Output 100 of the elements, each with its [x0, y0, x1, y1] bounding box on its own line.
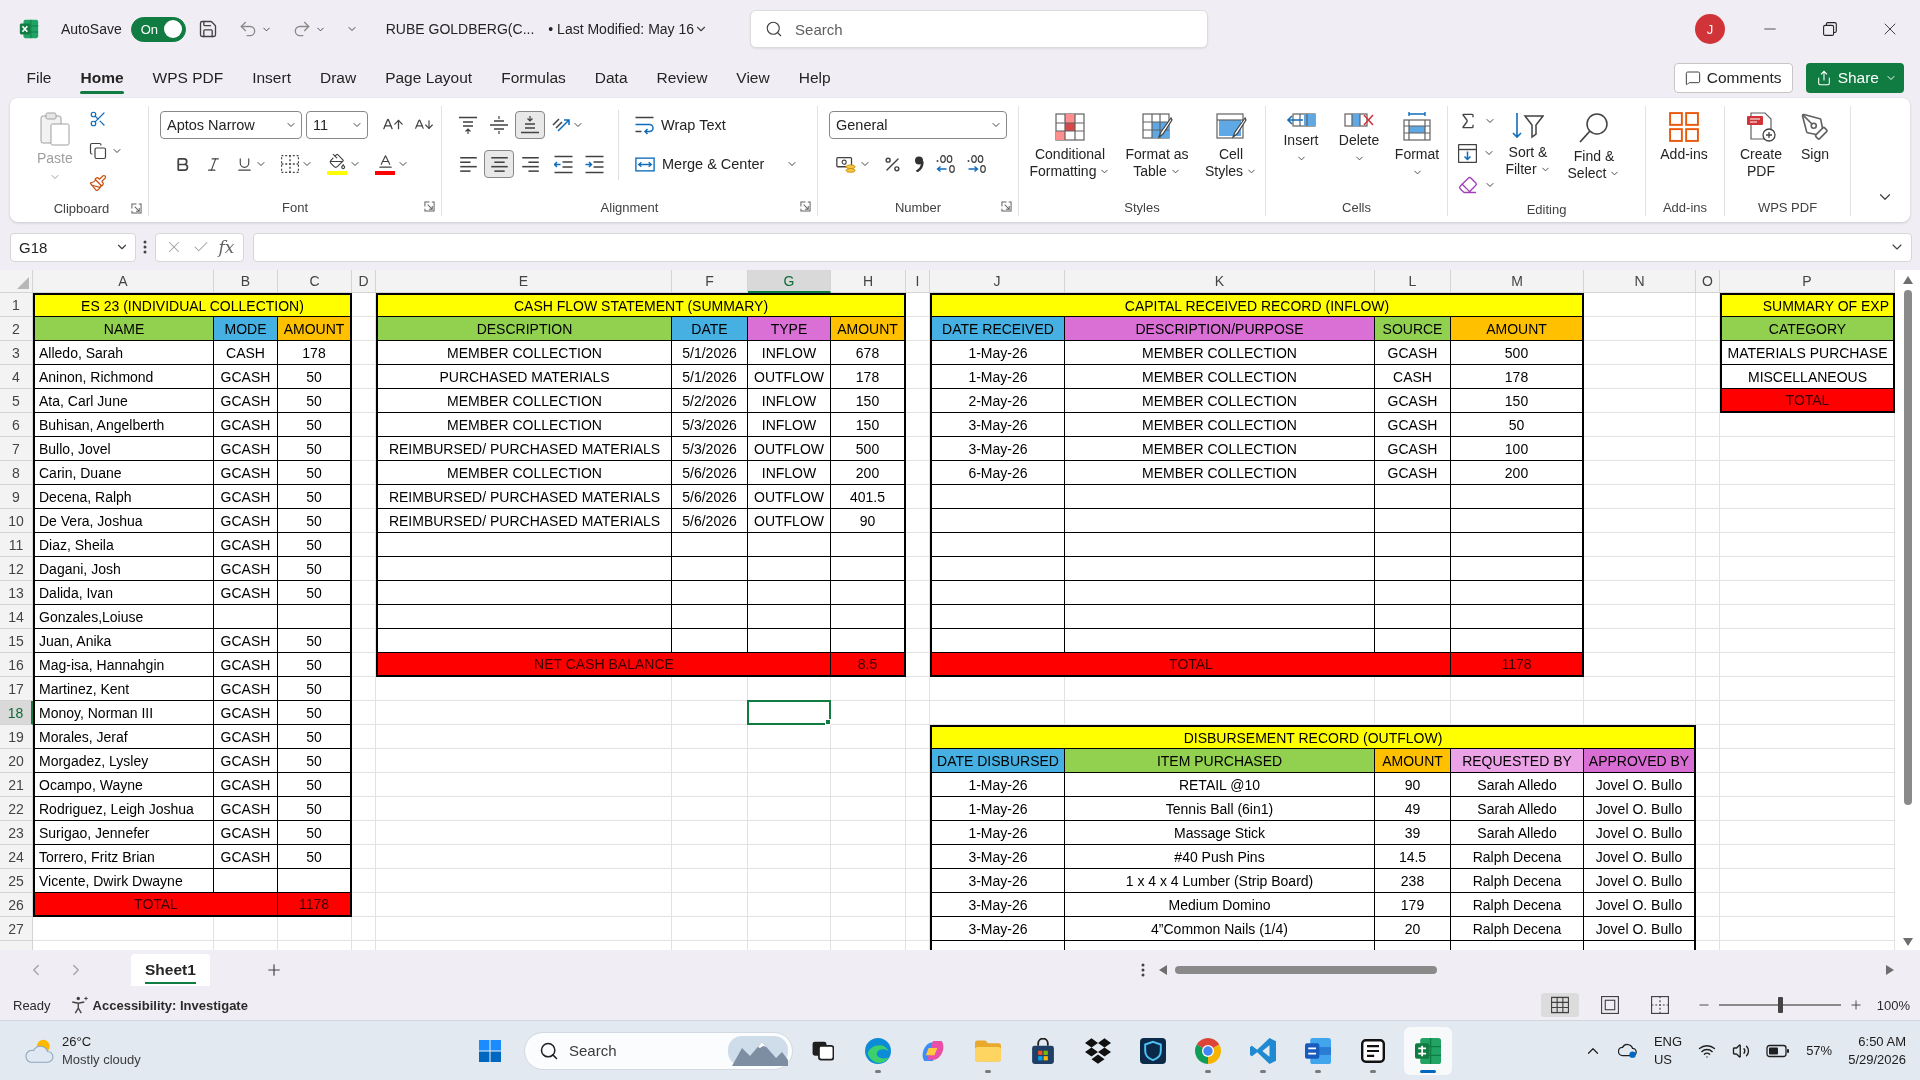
- row-header[interactable]: 27: [0, 917, 33, 941]
- row-header[interactable]: 15: [0, 629, 33, 653]
- sign-button[interactable]: Sign: [1791, 110, 1839, 163]
- column-header[interactable]: I: [906, 270, 930, 293]
- formula-input-field[interactable]: [253, 232, 1912, 262]
- decrease-indent-icon[interactable]: [554, 154, 573, 174]
- dialog-launcher-icon[interactable]: [1001, 201, 1012, 212]
- underline-icon[interactable]: [236, 155, 253, 173]
- fill-color-icon[interactable]: [327, 153, 347, 175]
- row-header[interactable]: 3: [0, 341, 33, 365]
- format-as-table-button[interactable]: Format as Table: [1115, 110, 1199, 181]
- row-header[interactable]: 12: [0, 557, 33, 581]
- column-header[interactable]: P: [1720, 270, 1895, 293]
- cell-styles-button[interactable]: Cell Styles: [1199, 110, 1263, 181]
- column-header[interactable]: G: [748, 270, 831, 293]
- conditional-formatting-button[interactable]: Conditional Formatting: [1025, 110, 1115, 181]
- number-format-field[interactable]: General: [829, 111, 1007, 139]
- menu-tab[interactable]: Home: [66, 58, 139, 98]
- zoom-slider-thumb[interactable]: [1777, 997, 1783, 1013]
- font-color-icon[interactable]: [375, 153, 395, 175]
- battery-percentage[interactable]: 57%: [1806, 1043, 1833, 1058]
- row-header[interactable]: 14: [0, 605, 33, 629]
- column-header[interactable]: D: [352, 270, 376, 293]
- taskbar-search-field[interactable]: Search: [524, 1031, 793, 1070]
- row-header[interactable]: 9: [0, 485, 33, 509]
- dialog-launcher-icon[interactable]: [131, 203, 142, 214]
- fill-handle[interactable]: [825, 719, 831, 725]
- column-header[interactable]: L: [1375, 270, 1451, 293]
- decrease-decimal-icon[interactable]: [967, 155, 986, 173]
- comments-button[interactable]: Comments: [1673, 63, 1793, 93]
- increase-decimal-icon[interactable]: [936, 155, 955, 173]
- bold-icon[interactable]: [174, 155, 191, 173]
- orientation-icon[interactable]: [552, 116, 570, 134]
- row-header[interactable]: 21: [0, 773, 33, 797]
- scroll-down-icon[interactable]: [1902, 938, 1913, 946]
- language-indicator[interactable]: ENG: [1653, 1034, 1683, 1049]
- font-size-field[interactable]: 11: [306, 111, 368, 139]
- font-name-field[interactable]: Aptos Narrow: [160, 111, 302, 139]
- increase-indent-icon[interactable]: [585, 154, 604, 174]
- weather-temperature[interactable]: 26°C: [62, 1034, 92, 1049]
- sort-filter-button[interactable]: Sort & Filter: [1496, 110, 1560, 179]
- row-header[interactable]: 6: [0, 413, 33, 437]
- scroll-right-icon[interactable]: [1886, 965, 1894, 975]
- row-header[interactable]: 16: [0, 653, 33, 677]
- restore-icon[interactable]: [1823, 22, 1837, 36]
- menu-tab[interactable]: Help: [784, 58, 846, 98]
- scissors-icon[interactable]: [88, 110, 107, 128]
- comma-style-icon[interactable]: [914, 156, 924, 172]
- paintbrush-icon[interactable]: [88, 174, 107, 192]
- menu-tab[interactable]: Data: [580, 58, 643, 98]
- row-header[interactable]: 22: [0, 797, 33, 821]
- clock-date[interactable]: 5/29/2026: [1848, 1052, 1906, 1067]
- column-header[interactable]: H: [831, 270, 906, 293]
- column-header[interactable]: E: [376, 270, 672, 293]
- row-header[interactable]: 1: [0, 293, 33, 317]
- menu-tab[interactable]: File: [12, 58, 66, 98]
- menu-tab[interactable]: Review: [642, 58, 722, 98]
- borders-icon[interactable]: [281, 155, 299, 173]
- last-modified-text[interactable]: • Last Modified: May 16: [548, 21, 695, 37]
- autosave-toggle[interactable]: On: [130, 16, 186, 42]
- share-button[interactable]: Share: [1805, 63, 1904, 93]
- align-bottom-button[interactable]: [515, 111, 545, 139]
- battery-icon[interactable]: [1766, 1043, 1791, 1058]
- menu-tab[interactable]: Draw: [305, 58, 371, 98]
- row-header[interactable]: 13: [0, 581, 33, 605]
- dialog-launcher-icon[interactable]: [800, 201, 811, 212]
- row-header[interactable]: 20: [0, 749, 33, 773]
- column-header[interactable]: J: [930, 270, 1065, 293]
- clock-time[interactable]: 6:50 AM: [1858, 1034, 1906, 1049]
- zoom-percentage[interactable]: 100%: [1876, 997, 1910, 1013]
- row-header[interactable]: 23: [0, 821, 33, 845]
- scroll-up-icon[interactable]: [1902, 276, 1913, 284]
- accessibility-status[interactable]: Accessibility: Investigate: [92, 997, 248, 1013]
- merge-center-button[interactable]: Merge & Center: [631, 149, 769, 179]
- column-header[interactable]: M: [1451, 270, 1584, 293]
- copy-icon[interactable]: [88, 142, 107, 160]
- column-header[interactable]: A: [33, 270, 214, 293]
- column-header[interactable]: C: [278, 270, 352, 293]
- weather-condition[interactable]: Mostly cloudy: [62, 1052, 141, 1067]
- row-header[interactable]: 5: [0, 389, 33, 413]
- scrollbar-thumb[interactable]: [1903, 290, 1912, 805]
- vertical-scrollbar[interactable]: [1895, 270, 1920, 950]
- more-options-icon[interactable]: [1141, 963, 1145, 977]
- speaker-icon[interactable]: [1732, 1041, 1751, 1060]
- menu-tab[interactable]: WPS PDF: [138, 58, 238, 98]
- column-header[interactable]: O: [1696, 270, 1720, 293]
- row-header[interactable]: 24: [0, 845, 33, 869]
- add-ins-button[interactable]: Add-ins: [1652, 110, 1716, 163]
- column-header[interactable]: K: [1065, 270, 1375, 293]
- row-header[interactable]: 25: [0, 869, 33, 893]
- menu-tab[interactable]: Insert: [237, 58, 306, 98]
- row-header[interactable]: 2: [0, 317, 33, 341]
- menu-tab[interactable]: Page Layout: [370, 58, 487, 98]
- more-options-icon[interactable]: [143, 240, 147, 254]
- row-header[interactable]: 19: [0, 725, 33, 749]
- scroll-left-icon[interactable]: [1159, 965, 1167, 975]
- row-header[interactable]: 4: [0, 365, 33, 389]
- fill-down-icon[interactable]: [1458, 143, 1477, 163]
- align-center-button[interactable]: [484, 150, 514, 178]
- cloud-status-icon[interactable]: [1617, 1042, 1638, 1059]
